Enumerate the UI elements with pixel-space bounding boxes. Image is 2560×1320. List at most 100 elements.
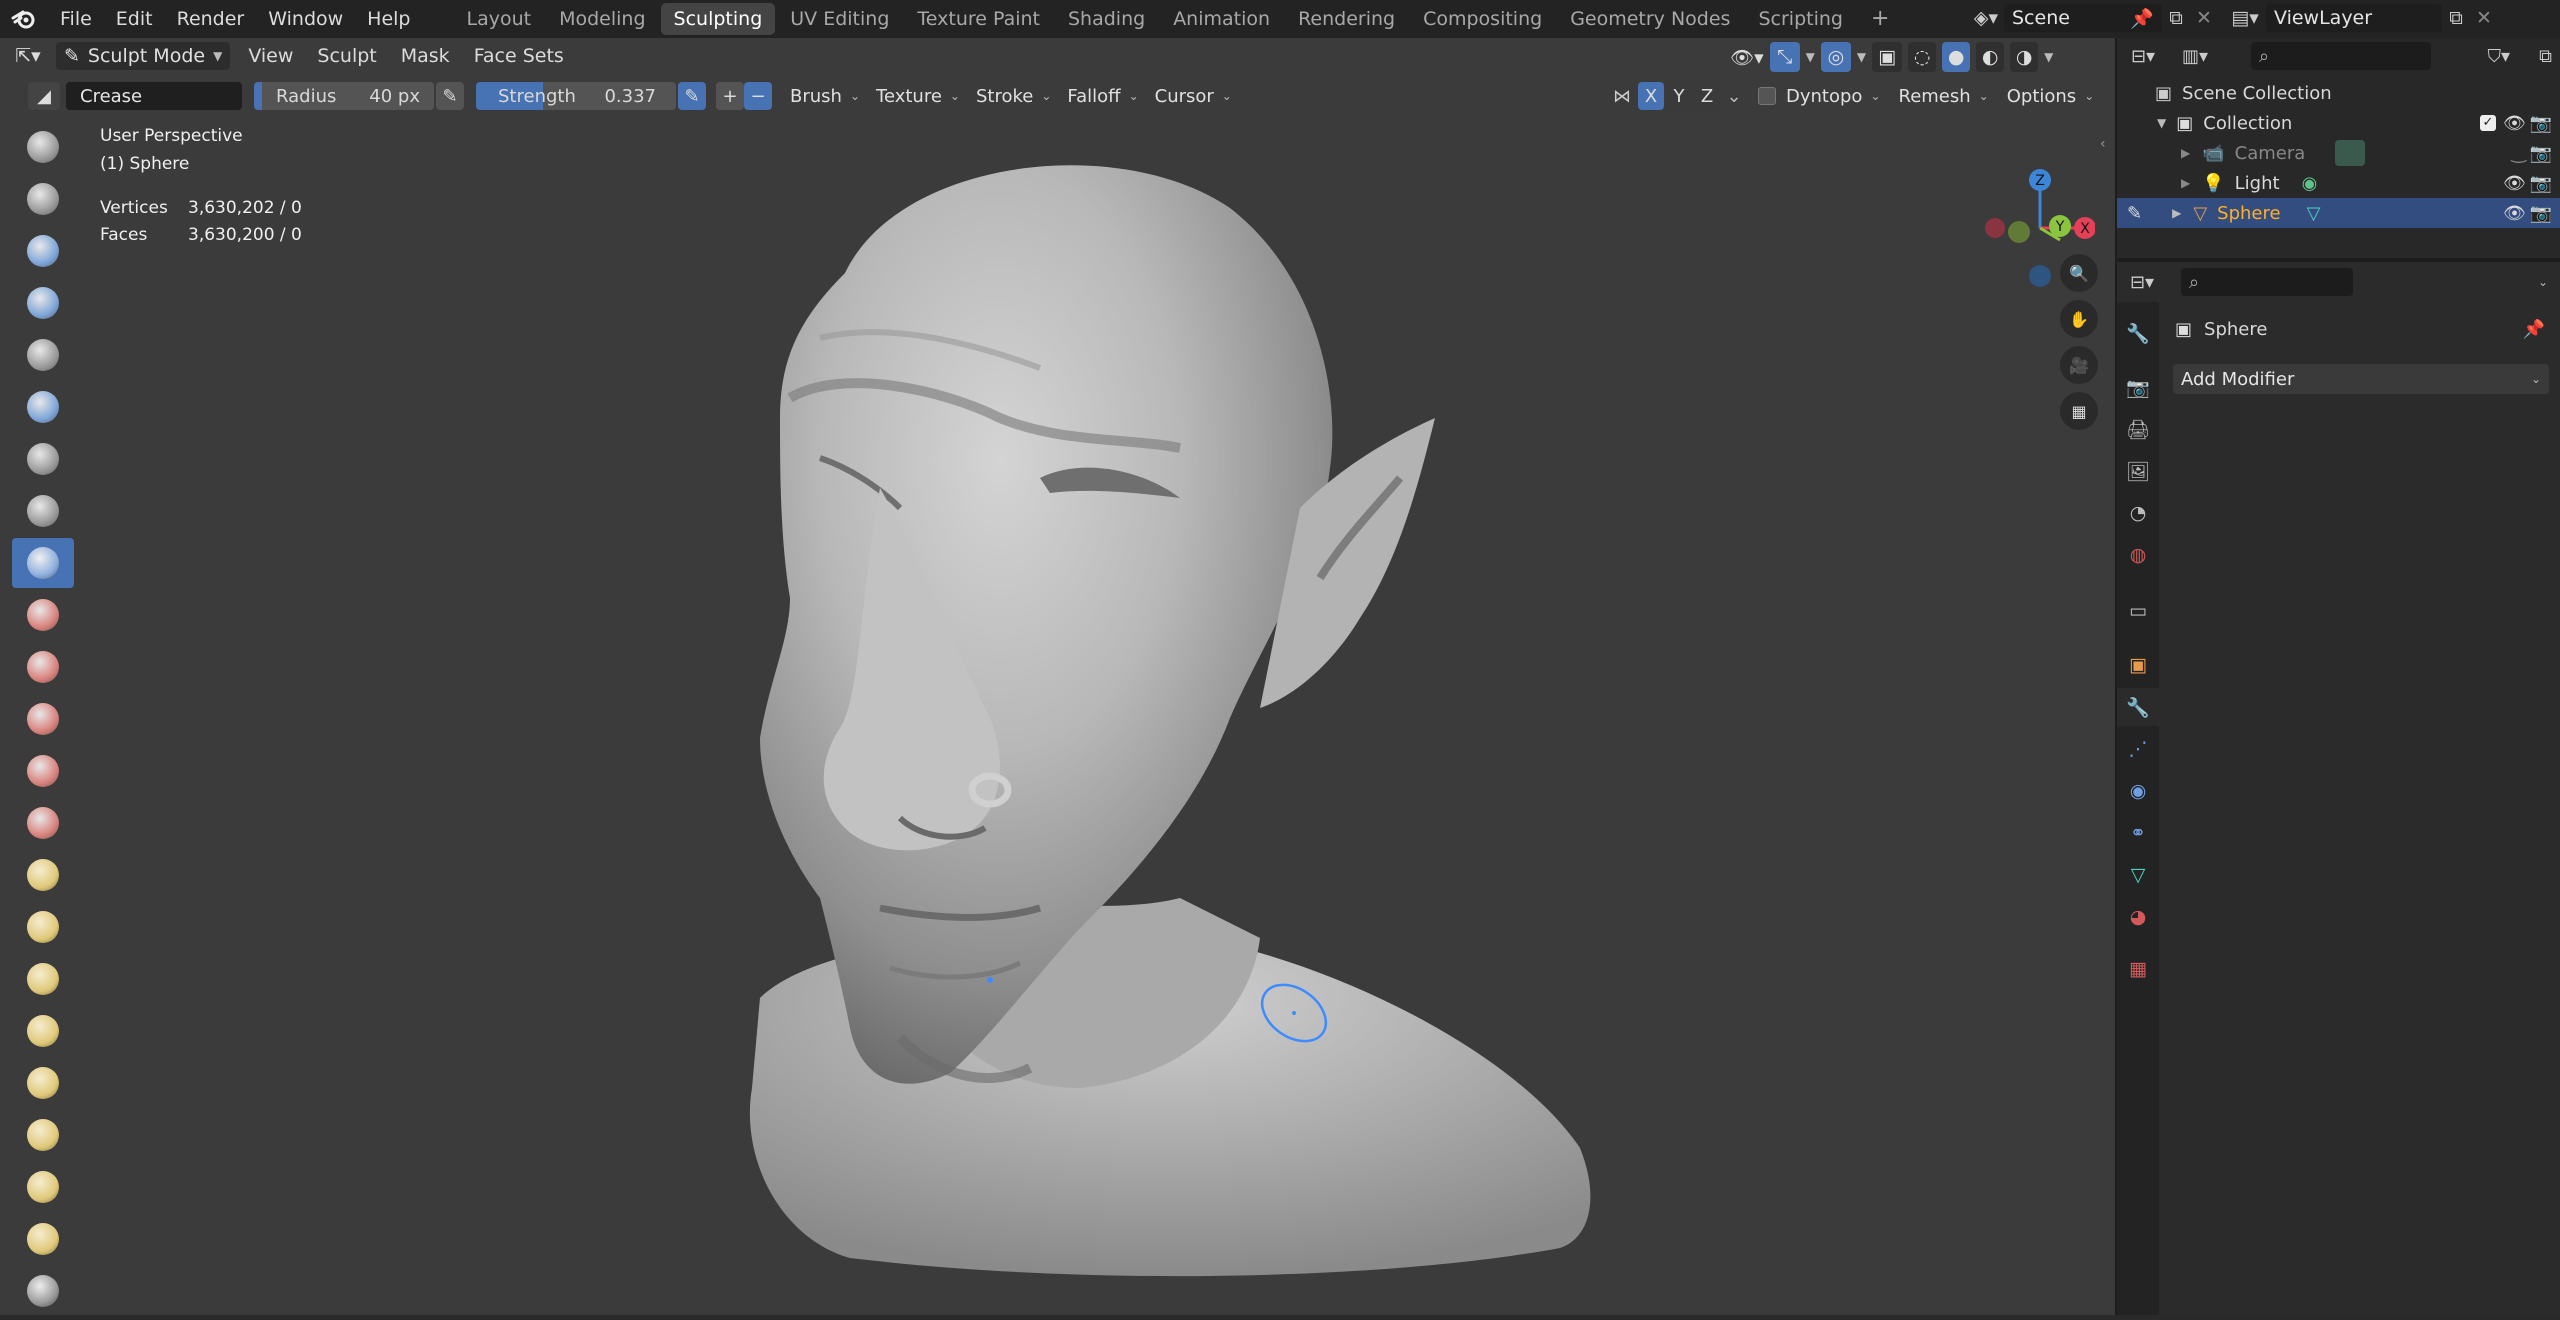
zoom-icon[interactable]: 🔍 <box>2060 254 2098 292</box>
tab-compositing[interactable]: Compositing <box>1410 3 1555 35</box>
object-tab-icon[interactable]: ▣ <box>2117 646 2159 684</box>
tool-smooth[interactable] <box>12 590 74 640</box>
overlay-toggle-icon[interactable]: ◎ <box>1820 42 1851 72</box>
render-tab-icon[interactable]: 📷 <box>2117 368 2159 406</box>
tool-draw[interactable] <box>12 122 74 172</box>
chevron-down-icon[interactable]: ⌄ <box>1722 86 1746 107</box>
cursor-dropdown[interactable]: Cursor ⌄ <box>1147 81 1240 111</box>
gizmo-toggle-icon[interactable]: ⤡ <box>1769 42 1800 72</box>
tab-animation[interactable]: Animation <box>1160 3 1283 35</box>
tool-crease[interactable] <box>12 538 74 588</box>
tool-rotate[interactable] <box>12 1214 74 1264</box>
tool-snake-hook[interactable] <box>12 1006 74 1056</box>
chevron-down-icon[interactable]: ▼ <box>1806 50 1815 64</box>
menu-edit[interactable]: Edit <box>104 0 165 38</box>
menu-window[interactable]: Window <box>256 0 355 38</box>
strength-pressure-icon[interactable]: ✎ <box>678 82 706 110</box>
tab-scripting[interactable]: Scripting <box>1745 3 1856 35</box>
expand-arrow-icon[interactable]: ▶ <box>2181 146 2190 160</box>
symmetry-y-button[interactable]: Y <box>1666 82 1692 110</box>
data-tab-icon[interactable]: ▽ <box>2117 856 2159 894</box>
options-dropdown[interactable]: Options ⌄ <box>1999 81 2103 111</box>
eye-hidden-icon[interactable]: ‿ <box>2512 143 2526 164</box>
new-scene-icon[interactable]: ⧉ <box>2162 7 2190 29</box>
properties-search-input[interactable]: ⌕ <box>2181 268 2353 296</box>
pin-icon[interactable]: 📌 <box>2130 7 2154 30</box>
direction-add-button[interactable]: + <box>716 82 744 110</box>
sculpt-mode-icon[interactable]: ✎ <box>2127 203 2142 224</box>
editor-type-icon[interactable]: ⊟▾ <box>2117 46 2169 67</box>
pin-icon[interactable]: 📌 <box>2523 319 2545 340</box>
material-tab-icon[interactable]: ◕ <box>2117 898 2159 936</box>
tool-inflate[interactable] <box>12 434 74 484</box>
outliner-row-sphere[interactable]: ✎ ▶ ▽ Sphere ▽ 👁 📷 <box>2117 198 2560 228</box>
tool-draw-sharp[interactable] <box>12 174 74 224</box>
tab-layout[interactable]: Layout <box>454 3 545 35</box>
sculpt-mesh[interactable] <box>0 38 2115 1315</box>
dyntopo-checkbox[interactable] <box>1758 87 1776 105</box>
exclude-checkbox[interactable]: ✓ <box>2480 115 2496 131</box>
tool-elastic-deform[interactable] <box>12 954 74 1004</box>
shading-material-icon[interactable]: ◐ <box>1976 42 2005 72</box>
symmetry-z-button[interactable]: Z <box>1694 82 1720 110</box>
dyntopo-dropdown[interactable]: Dyntopo ⌄ <box>1778 81 1889 111</box>
texture-dropdown[interactable]: Texture ⌄ <box>868 81 968 111</box>
stroke-dropdown[interactable]: Stroke ⌄ <box>968 81 1059 111</box>
output-tab-icon[interactable]: 🖨 <box>2117 410 2159 448</box>
tool-multiplane-scrape[interactable] <box>12 798 74 848</box>
tool-scrape[interactable] <box>12 746 74 796</box>
outliner-row-collection[interactable]: ▼ ▣ Collection ✓ 👁 📷 <box>2117 108 2560 138</box>
menu-render[interactable]: Render <box>165 0 257 38</box>
tool-thumb[interactable] <box>12 1058 74 1108</box>
outliner-row-camera[interactable]: ▶ 📹 Camera ‿ 📷 <box>2117 138 2560 168</box>
expand-arrow-icon[interactable]: ▶ <box>2172 206 2181 220</box>
tab-geometry-nodes[interactable]: Geometry Nodes <box>1557 3 1743 35</box>
physics-tab-icon[interactable]: ◉ <box>2117 772 2159 810</box>
chevron-down-icon[interactable]: ▼ <box>2044 50 2053 64</box>
remesh-dropdown[interactable]: Remesh ⌄ <box>1891 81 1997 111</box>
particles-tab-icon[interactable]: ⋰ <box>2117 730 2159 768</box>
tab-modeling[interactable]: Modeling <box>546 3 658 35</box>
sidebar-toggle-icon[interactable]: ‹ <box>2100 136 2106 152</box>
collection-tab-icon[interactable]: ▭ <box>2117 592 2159 630</box>
visibility-icon[interactable]: 👁▾ <box>1730 46 1764 69</box>
radius-pressure-icon[interactable]: ✎ <box>436 82 464 110</box>
strength-slider[interactable]: Strength 0.337 <box>476 82 676 110</box>
falloff-dropdown[interactable]: Falloff ⌄ <box>1059 81 1146 111</box>
tool-pinch[interactable] <box>12 850 74 900</box>
new-view-layer-icon[interactable]: ⧉ <box>2442 7 2470 29</box>
tool-clay[interactable] <box>12 226 74 276</box>
view-layer-icon[interactable]: ▤▾ <box>2224 7 2266 29</box>
3d-viewport[interactable]: ⇱▾ ✎ Sculpt Mode ▼ View Sculpt Mask Face… <box>0 38 2115 1315</box>
display-mode-icon[interactable]: ▥▾ <box>2169 46 2221 67</box>
eye-icon[interactable]: 👁 <box>2503 113 2526 134</box>
eye-icon[interactable]: 👁 <box>2503 173 2526 194</box>
tab-sculpting[interactable]: Sculpting <box>660 3 776 35</box>
radius-field[interactable]: Radius 40 px <box>254 82 434 110</box>
outliner-row-light[interactable]: ▶ 💡 Light ◉ 👁 📷 <box>2117 168 2560 198</box>
tool-clay-strips[interactable] <box>12 278 74 328</box>
tool-pose[interactable] <box>12 1110 74 1160</box>
shading-rendered-icon[interactable]: ◑ <box>2010 42 2039 72</box>
mode-dropdown[interactable]: ✎ Sculpt Mode ▼ <box>56 42 231 70</box>
new-collection-icon[interactable]: ⧉ <box>2539 46 2552 67</box>
tool-grab[interactable] <box>12 902 74 952</box>
add-modifier-dropdown[interactable]: Add Modifier ⌄ <box>2173 364 2549 394</box>
tool-clay-thumb[interactable] <box>12 330 74 380</box>
texture-tab-icon[interactable]: ▦ <box>2117 950 2159 988</box>
view-layer-tab-icon[interactable]: 🖼 <box>2117 452 2159 490</box>
menu-mask[interactable]: Mask <box>389 38 462 75</box>
symmetry-x-button[interactable]: X <box>1638 82 1664 110</box>
delete-view-layer-icon[interactable]: ✕ <box>2470 7 2498 29</box>
tab-uv-editing[interactable]: UV Editing <box>777 3 902 35</box>
tool-nudge[interactable] <box>12 1162 74 1212</box>
tab-rendering[interactable]: Rendering <box>1285 3 1408 35</box>
world-tab-icon[interactable]: ◍ <box>2117 536 2159 574</box>
camera-render-icon[interactable]: 📷 <box>2530 143 2552 164</box>
tab-texture-paint[interactable]: Texture Paint <box>904 3 1053 35</box>
tool-blob[interactable] <box>12 486 74 536</box>
chevron-down-icon[interactable]: ▼ <box>1857 50 1866 64</box>
brush-name-field[interactable]: Crease <box>66 82 242 110</box>
mirror-icon[interactable]: ⋈ <box>1608 86 1636 107</box>
camera-render-icon[interactable]: 📷 <box>2530 113 2552 134</box>
